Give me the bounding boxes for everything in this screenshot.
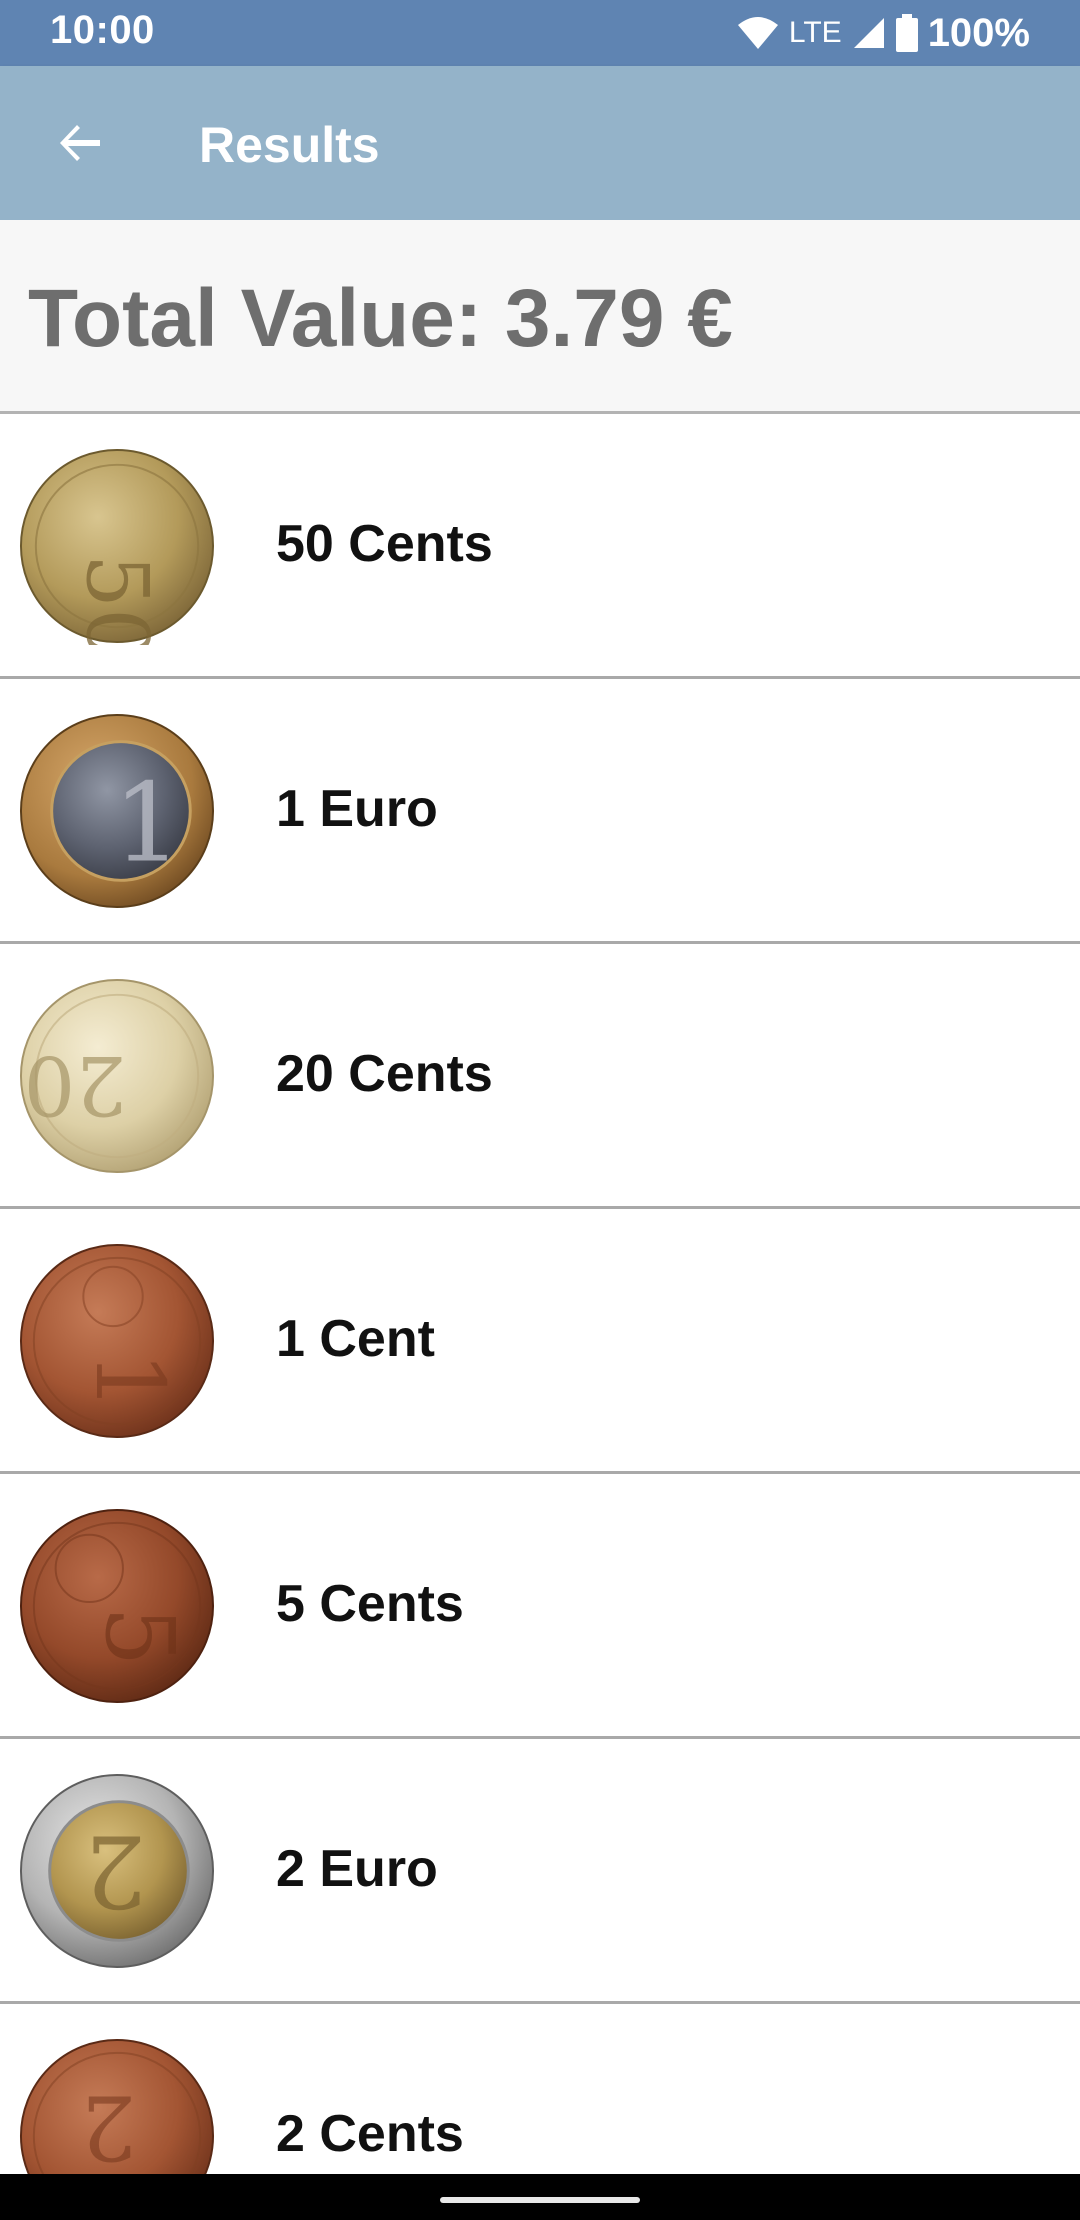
coin-numeral: 1 <box>74 1351 184 1411</box>
back-button[interactable] <box>40 103 120 183</box>
total-value-header: Total Value: 3.79 € <box>0 220 1080 414</box>
coin-list[interactable]: 50 50 Cents 1 1 Euro 20 20 Cents 1 1 Cen… <box>0 414 1080 2174</box>
app-bar: Results <box>0 66 1080 220</box>
coin-1-cent-image: 1 <box>19 1243 215 1439</box>
coin-label: 50 Cents <box>276 515 493 573</box>
status-time: 10:00 <box>50 8 155 52</box>
total-value-text: Total Value: 3.79 € <box>28 273 733 364</box>
coin-5-cents-image: 5 <box>19 1508 215 1704</box>
coin-label: 2 Euro <box>276 1840 438 1898</box>
list-item[interactable]: 2 2 Euro <box>0 1739 1080 2004</box>
system-nav-bar <box>0 2174 1080 2220</box>
network-type: LTE <box>788 16 842 49</box>
coin-50-cents-image: 50 <box>19 448 215 645</box>
coin-label: 2 Cents <box>276 2105 464 2163</box>
results-screen: 10:00 LTE 100% Results Total Value: 3.79… <box>0 0 1080 2220</box>
list-item[interactable]: 5 5 Cents <box>0 1474 1080 1739</box>
coin-1-euro-image: 1 <box>19 713 215 909</box>
coin-numeral: 20 <box>24 1037 127 1131</box>
list-item[interactable]: 50 50 Cents <box>0 414 1080 679</box>
coin-label: 20 Cents <box>276 1045 493 1103</box>
list-item[interactable]: 20 20 Cents <box>0 944 1080 1209</box>
battery-percent: 100% <box>927 10 1030 55</box>
coin-numeral: 5 <box>84 1606 194 1666</box>
list-item[interactable]: 1 1 Cent <box>0 1209 1080 1474</box>
status-bar: 10:00 LTE 100% <box>0 0 1080 66</box>
status-icons: LTE 100% <box>737 8 1030 58</box>
list-item[interactable]: 2 2 Cents <box>0 2004 1080 2174</box>
coin-2-cents-image: 2 <box>20 2039 214 2174</box>
home-gesture-handle[interactable] <box>440 2197 640 2203</box>
coin-numeral: 1 <box>113 760 182 887</box>
coin-numeral: 50 <box>66 554 165 645</box>
coin-label: 5 Cents <box>276 1575 464 1633</box>
list-item[interactable]: 1 1 Euro <box>0 679 1080 944</box>
coin-label: 1 Euro <box>276 780 438 838</box>
coin-label: 1 Cent <box>276 1310 435 1368</box>
coin-numeral: 2 <box>84 1812 147 1927</box>
coin-20-cents-image: 20 <box>19 978 215 1174</box>
cell-signal-icon <box>853 18 884 48</box>
arrow-back-icon <box>60 125 100 161</box>
coin-numeral: 2 <box>80 2074 137 2174</box>
page-title: Results <box>199 117 380 173</box>
wifi-icon <box>737 17 778 49</box>
battery-icon <box>895 14 918 52</box>
coin-2-euro-image: 2 <box>19 1773 215 1969</box>
